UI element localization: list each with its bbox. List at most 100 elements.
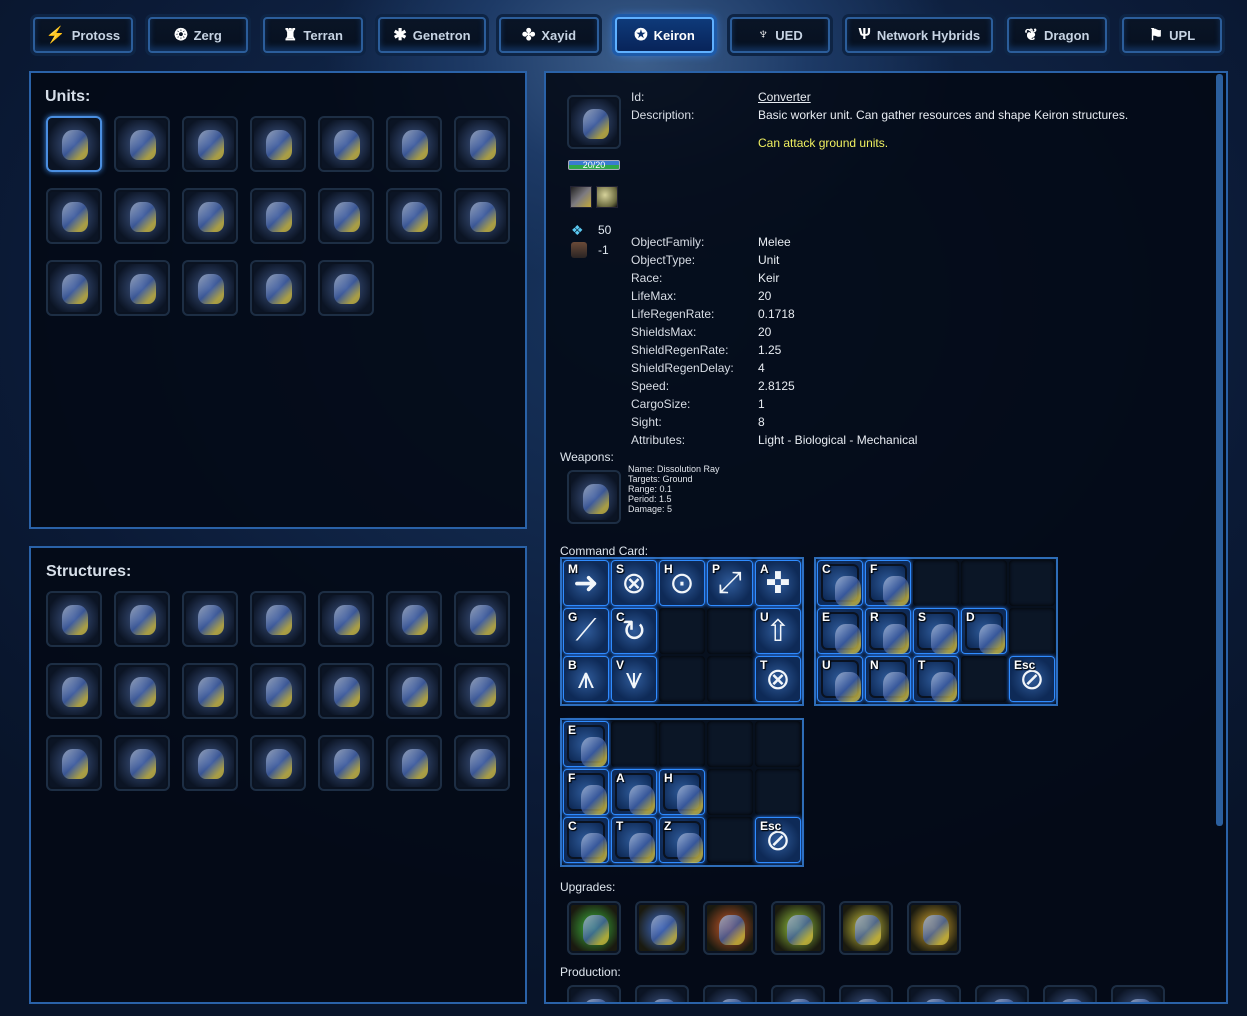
unit-icon[interactable] [114, 188, 170, 244]
detail-scrollbar[interactable] [1216, 74, 1223, 826]
unit-icon[interactable] [318, 188, 374, 244]
production-icon[interactable] [567, 985, 621, 1002]
description-text: Basic worker unit. Can gather resources … [758, 108, 1129, 122]
upgrade-icon[interactable] [839, 901, 893, 955]
command-button[interactable]: A [611, 769, 657, 815]
command-button[interactable]: S [913, 608, 959, 654]
command-button[interactable]: T [611, 817, 657, 863]
command-button[interactable]: ⊙ H [659, 560, 705, 606]
unit-icon[interactable] [46, 188, 102, 244]
command-button[interactable]: ⇧ U [755, 608, 801, 654]
upgrade-icon[interactable] [907, 901, 961, 955]
tab-protoss[interactable]: ⚡ Protoss [33, 17, 133, 53]
structure-icon[interactable] [250, 663, 306, 719]
command-button[interactable]: F [865, 560, 911, 606]
tab-network-hybrids[interactable]: Ѱ Network Hybrids [845, 17, 993, 53]
upgrade-icon[interactable] [703, 901, 757, 955]
structure-icon[interactable] [114, 663, 170, 719]
command-button[interactable]: ➜ M [563, 560, 609, 606]
command-button[interactable]: E [563, 721, 609, 767]
production-icon[interactable] [771, 985, 825, 1002]
command-button[interactable]: R [865, 608, 911, 654]
structure-icon[interactable] [114, 591, 170, 647]
production-icon[interactable] [1043, 985, 1097, 1002]
unit-icon[interactable] [386, 116, 442, 172]
upgrade-icon[interactable] [567, 901, 621, 955]
unit-icon[interactable] [114, 116, 170, 172]
structure-icon[interactable] [454, 663, 510, 719]
structure-icon[interactable] [386, 735, 442, 791]
unit-icon[interactable] [114, 260, 170, 316]
command-button[interactable]: ⤢ P [707, 560, 753, 606]
production-icon[interactable] [1111, 985, 1165, 1002]
tab-terran[interactable]: ♜ Terran [263, 17, 363, 53]
upgrade-icon[interactable] [635, 901, 689, 955]
structure-icon[interactable] [182, 735, 238, 791]
command-button[interactable]: ⊗ T [755, 656, 801, 702]
structure-icon[interactable] [318, 735, 374, 791]
command-button[interactable]: Z [659, 817, 705, 863]
unit-icon[interactable] [46, 116, 102, 172]
tab-zerg[interactable]: ❂ Zerg [148, 17, 248, 53]
network-hybrids-icon: Ѱ [857, 26, 871, 43]
tab-upl[interactable]: ⚑ UPL [1122, 17, 1222, 53]
unit-icon[interactable] [46, 260, 102, 316]
structure-icon[interactable] [182, 591, 238, 647]
production-icon[interactable] [635, 985, 689, 1002]
structure-icon[interactable] [318, 663, 374, 719]
tab-dragon[interactable]: ❦ Dragon [1007, 17, 1107, 53]
unit-icon[interactable] [182, 188, 238, 244]
command-button[interactable]: E [817, 608, 863, 654]
unit-icon[interactable] [318, 260, 374, 316]
command-button[interactable]: ✜ A [755, 560, 801, 606]
structure-icon[interactable] [386, 663, 442, 719]
structure-icon[interactable] [46, 735, 102, 791]
production-icon[interactable] [975, 985, 1029, 1002]
command-button[interactable]: H [659, 769, 705, 815]
unit-icon[interactable] [318, 116, 374, 172]
tab-xayid[interactable]: ✤ Xayid [499, 17, 599, 53]
command-button[interactable]: D [961, 608, 1007, 654]
command-button[interactable]: ⊘ Esc [755, 817, 801, 863]
id-value-link[interactable]: Converter [758, 90, 811, 104]
unit-icon[interactable] [250, 188, 306, 244]
unit-icon[interactable] [454, 188, 510, 244]
structure-icon[interactable] [46, 591, 102, 647]
command-button[interactable]: C [563, 817, 609, 863]
command-button[interactable]: ⟋ G [563, 608, 609, 654]
command-button[interactable]: U [817, 656, 863, 702]
unit-icon[interactable] [454, 116, 510, 172]
field-label: ShieldRegenRate: [631, 343, 729, 357]
command-button[interactable]: F [563, 769, 609, 815]
command-button[interactable]: ⊗ S [611, 560, 657, 606]
structure-icon[interactable] [182, 663, 238, 719]
production-icon[interactable] [703, 985, 757, 1002]
command-button[interactable]: ↻ C [611, 608, 657, 654]
command-button[interactable]: T [913, 656, 959, 702]
empty-slot [707, 608, 753, 654]
production-icon[interactable] [907, 985, 961, 1002]
command-button[interactable]: N [865, 656, 911, 702]
structure-icon[interactable] [114, 735, 170, 791]
command-button[interactable]: ⩚ B [563, 656, 609, 702]
unit-icon[interactable] [182, 116, 238, 172]
structure-icon[interactable] [454, 591, 510, 647]
command-button[interactable]: ⩛ V [611, 656, 657, 702]
tab-genetron[interactable]: ✱ Genetron [378, 17, 486, 53]
structure-icon[interactable] [46, 663, 102, 719]
structure-icon[interactable] [318, 591, 374, 647]
structure-icon[interactable] [250, 591, 306, 647]
unit-icon[interactable] [250, 116, 306, 172]
unit-icon[interactable] [182, 260, 238, 316]
command-button[interactable]: C [817, 560, 863, 606]
unit-icon[interactable] [386, 188, 442, 244]
tab-keiron[interactable]: ✪ Keiron [615, 17, 714, 53]
command-button[interactable]: ⊘ Esc [1009, 656, 1055, 702]
upgrade-icon[interactable] [771, 901, 825, 955]
structure-icon[interactable] [386, 591, 442, 647]
tab-ued[interactable]: ♆ UED [730, 17, 830, 53]
structure-icon[interactable] [454, 735, 510, 791]
production-icon[interactable] [839, 985, 893, 1002]
structure-icon[interactable] [250, 735, 306, 791]
unit-icon[interactable] [250, 260, 306, 316]
